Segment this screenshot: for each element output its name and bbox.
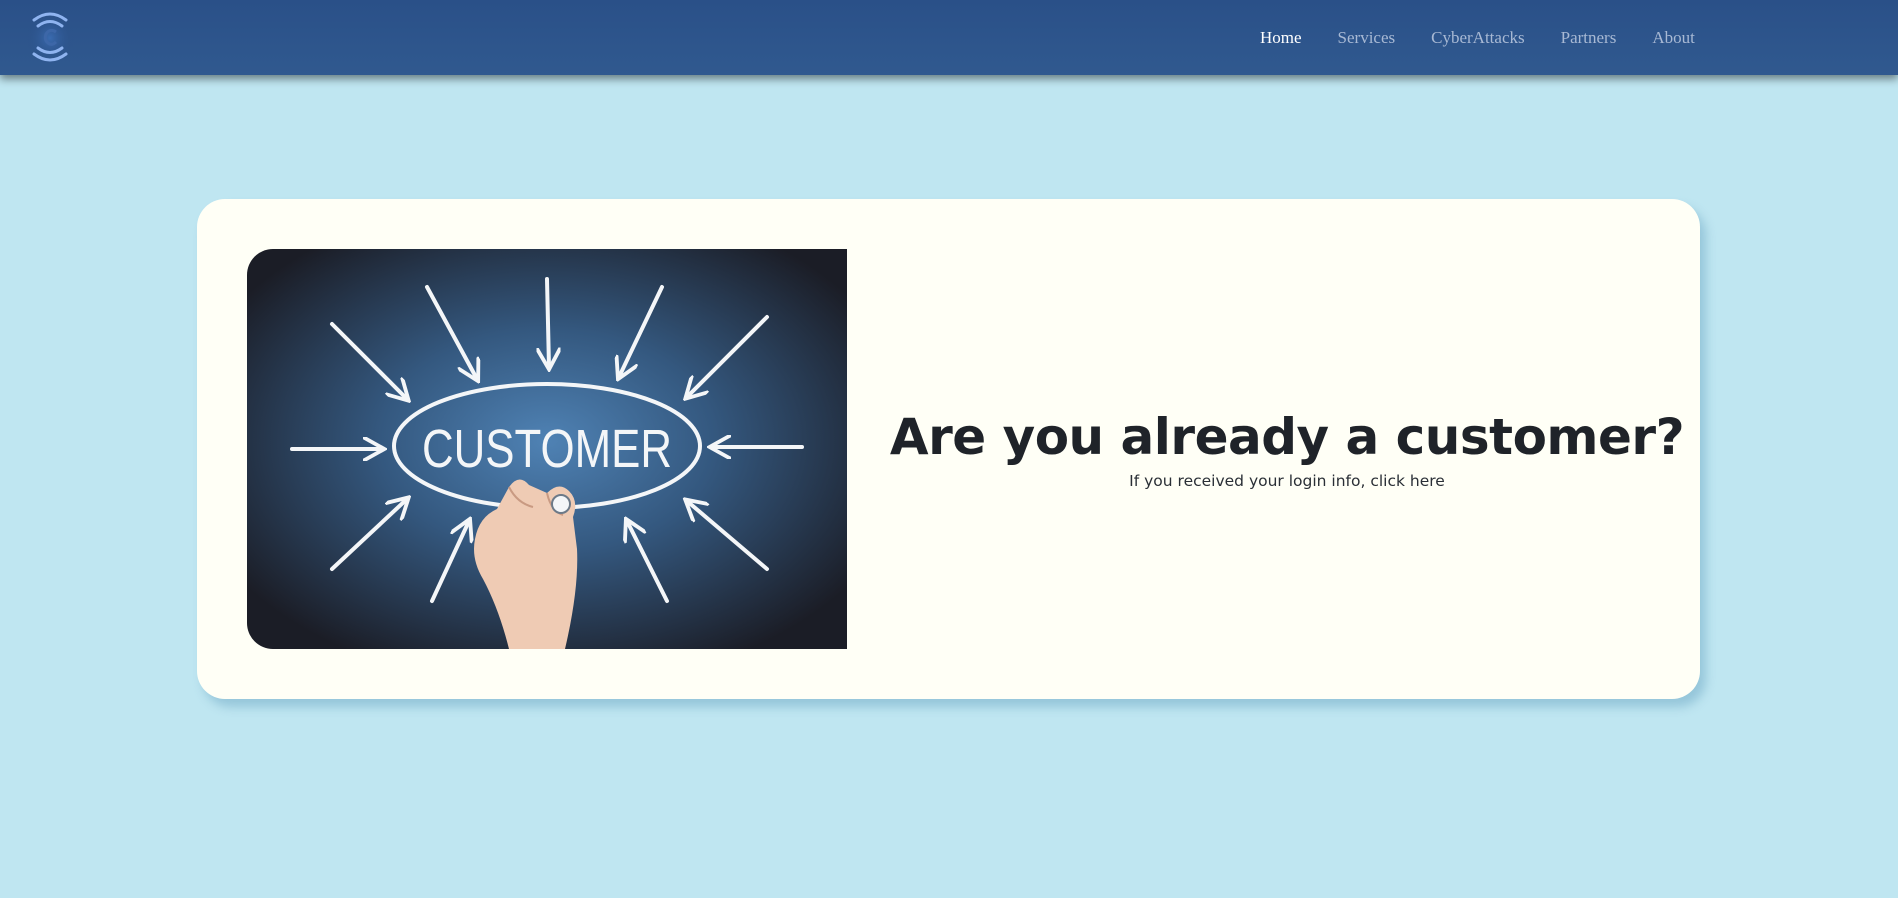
logo-icon[interactable] bbox=[26, 8, 76, 66]
customer-cta: Are you already a customer? If you recei… bbox=[890, 199, 1685, 699]
nav-about-link[interactable]: About bbox=[1652, 28, 1695, 48]
nav-partners-link[interactable]: Partners bbox=[1561, 28, 1617, 48]
cta-heading: Are you already a customer? bbox=[889, 408, 1685, 466]
nav-links: Home Services CyberAttacks Partners Abou… bbox=[1260, 0, 1731, 75]
login-info-link[interactable]: If you received your login info, click h… bbox=[1129, 472, 1445, 490]
top-navbar: Home Services CyberAttacks Partners Abou… bbox=[0, 0, 1898, 75]
nav-cyberattacks-link[interactable]: CyberAttacks bbox=[1431, 28, 1524, 48]
customer-card: CUSTOMER Are you already a customer? If … bbox=[197, 199, 1700, 699]
nav-home-link[interactable]: Home bbox=[1260, 28, 1302, 48]
nav-services-link[interactable]: Services bbox=[1338, 28, 1396, 48]
hero-image-word: CUSTOMER bbox=[422, 419, 672, 479]
customer-hero-image: CUSTOMER bbox=[247, 249, 847, 649]
